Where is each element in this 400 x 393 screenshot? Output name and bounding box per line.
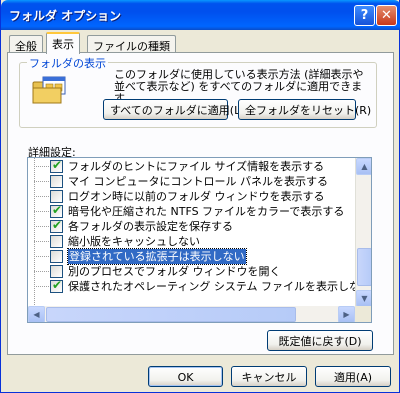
checkbox[interactable]: ✔ — [50, 278, 63, 293]
horizontal-scrollbar[interactable]: ◀ ▶ — [28, 306, 355, 322]
tree-branch — [34, 196, 49, 197]
folder-options-dialog: フォルダ オプション ? ✕ 全般 表示 ファイルの種類 フォルダの表示 このフ… — [0, 0, 400, 393]
help-button[interactable]: ? — [354, 5, 375, 26]
list-item-label: フォルダのヒントにファイル サイズ情報を表示する — [68, 160, 325, 173]
tab-view-label: 表示 — [52, 38, 74, 51]
tree-branch — [34, 211, 49, 212]
close-button[interactable]: ✕ — [376, 5, 397, 26]
checkbox[interactable] — [50, 190, 63, 203]
list-item-label: 別のプロセスでフォルダ ウィンドウを開く — [68, 265, 281, 278]
checkbox[interactable] — [50, 265, 63, 278]
folder-views-legend: フォルダの表示 — [27, 55, 108, 71]
checkmark-icon: ✔ — [52, 218, 63, 232]
list-item-label: 保護されたオペレーティング システム ファイルを表示しない (推奨) — [68, 280, 372, 293]
ok-button[interactable]: OK — [148, 366, 223, 387]
vertical-scroll-thumb[interactable] — [357, 248, 371, 286]
cancel-button[interactable]: キャンセル — [231, 366, 307, 387]
checkbox[interactable]: ✔ — [50, 158, 63, 173]
apply-to-all-folders-button[interactable]: すべてのフォルダに適用(L) — [103, 99, 245, 120]
tree-branch — [34, 181, 49, 182]
checkbox[interactable]: ✔ — [50, 203, 63, 218]
list-item-label: 登録されている拡張子は表示しない — [67, 248, 247, 265]
tab-file-types[interactable]: ファイルの種類 — [87, 35, 176, 53]
list-item-label: ログオン時に以前のフォルダ ウィンドウを表示する — [68, 190, 325, 203]
list-item-label: 縮小版をキャッシュしない — [68, 235, 200, 248]
scrollbar-corner — [355, 306, 371, 322]
folder-window-icon — [32, 76, 66, 104]
horizontal-scroll-thumb[interactable] — [46, 307, 296, 322]
vertical-scrollbar[interactable]: ▲ ▼ — [355, 158, 371, 307]
title-bar[interactable]: フォルダ オプション ? ✕ — [1, 0, 400, 30]
checkbox[interactable] — [50, 235, 63, 248]
tree-branch — [34, 271, 49, 272]
checkmark-icon: ✔ — [52, 158, 63, 172]
scroll-up-arrow-icon[interactable]: ▲ — [356, 158, 371, 175]
apply-button[interactable]: 適用(A) — [315, 366, 391, 387]
checkbox[interactable] — [50, 250, 63, 263]
tree-branch — [34, 286, 49, 287]
tree-branch — [34, 241, 49, 242]
advanced-settings-list[interactable]: ✔ フォルダのヒントにファイル サイズ情報を表示する マイ コンピュータにコント… — [27, 157, 372, 323]
scroll-right-arrow-icon[interactable]: ▶ — [338, 306, 355, 322]
scroll-down-arrow-icon[interactable]: ▼ — [356, 290, 371, 307]
restore-defaults-button[interactable]: 既定値に戻す(D) — [267, 330, 373, 351]
checkbox[interactable] — [50, 175, 63, 188]
list-item-label: マイ コンピュータにコントロール パネルを表示する — [68, 175, 328, 188]
tab-general[interactable]: 全般 — [9, 35, 43, 53]
list-item-label: 各フォルダの表示設定を保存する — [68, 220, 233, 233]
tree-branch — [34, 226, 49, 227]
checkmark-icon: ✔ — [52, 278, 63, 292]
tree-branch — [34, 166, 49, 167]
tab-view[interactable]: 表示 — [46, 32, 80, 54]
list-item-label: 暗号化や圧縮された NTFS ファイルをカラーで表示する — [68, 205, 345, 218]
checkbox[interactable]: ✔ — [50, 218, 63, 233]
window-title: フォルダ オプション — [9, 9, 122, 23]
reset-all-folders-button[interactable]: 全フォルダをリセット(R) — [238, 99, 371, 120]
tree-branch — [34, 256, 49, 257]
scroll-left-arrow-icon[interactable]: ◀ — [28, 306, 45, 322]
checkmark-icon: ✔ — [52, 203, 63, 217]
